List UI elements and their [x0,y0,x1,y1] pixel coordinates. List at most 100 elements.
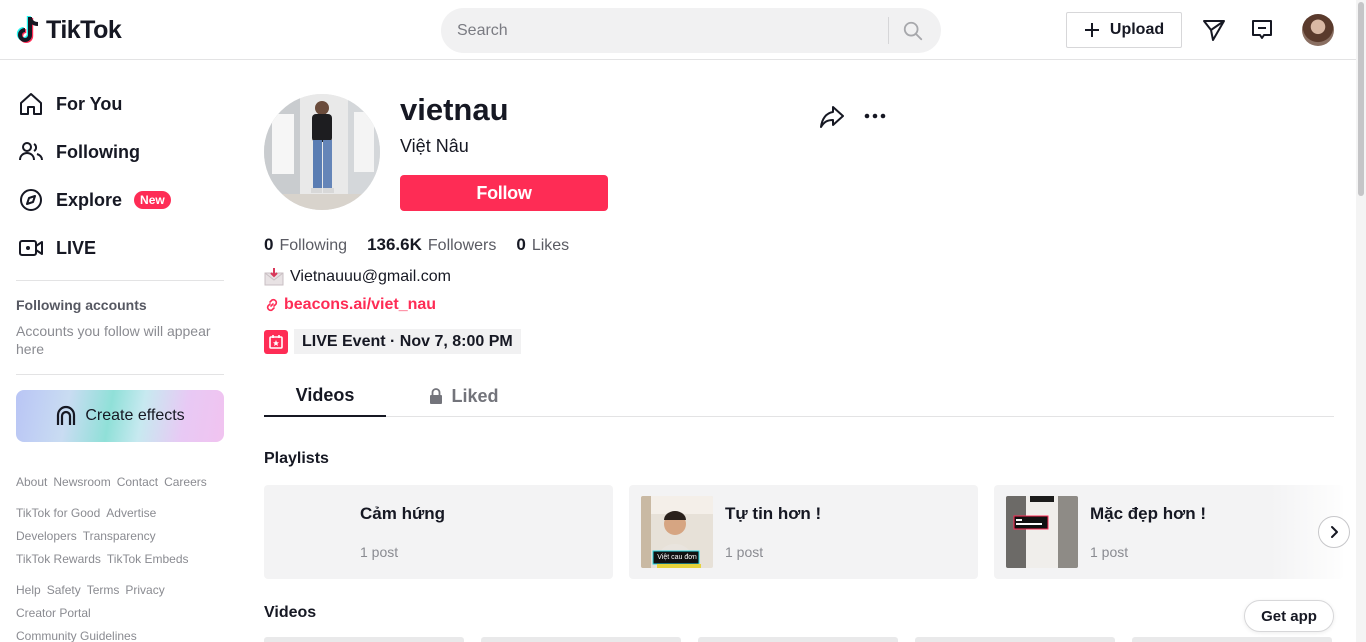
nav-following[interactable]: Following [16,132,140,172]
playlist-card[interactable]: Việt cau đơn Tự tin hơn ! 1 post [629,485,978,579]
profile-username: vietnau [400,92,509,127]
more-options-button[interactable] [860,102,890,130]
footer-link[interactable]: Safety [47,583,81,597]
inbox-icon [1252,20,1272,39]
playlist-card[interactable]: Cảm hứng 1 post [264,485,613,579]
lock-icon [430,388,443,404]
stat-value: 0 [516,235,526,254]
footer-links-row: TikTok for Good Advertise [16,506,231,520]
top-header: TikTok Upload [0,0,1356,60]
nav-live[interactable]: LIVE [16,228,96,268]
profile-avatar[interactable] [264,94,380,210]
playlist-count: 1 post [725,544,764,560]
more-icon [864,113,886,119]
footer-link[interactable]: Advertise [106,506,156,520]
footer-link[interactable]: Developers [16,529,77,543]
profile-photo [264,94,380,210]
share-button[interactable] [818,102,848,130]
new-badge: New [134,191,171,209]
thumbnail-caption: Việt cau đơn [657,554,697,561]
tab-liked[interactable]: Liked [409,376,519,416]
search-button[interactable] [897,16,929,46]
follow-button[interactable]: Follow [400,175,608,211]
user-avatar[interactable] [1302,14,1334,46]
following-accounts-title: Following accounts [16,297,147,313]
page-scrollbar[interactable] [1356,0,1366,642]
video-thumbnail[interactable] [698,637,898,642]
scrollbar-thumb[interactable] [1358,2,1364,196]
stat-followers[interactable]: 136.6K Followers [367,235,496,255]
footer-link[interactable]: Contact [117,475,158,489]
chevron-right-icon [1331,526,1338,538]
footer-link[interactable]: Creator Portal [16,606,91,620]
calendar-icon [264,329,288,354]
tiktok-logo[interactable]: TikTok [16,13,122,47]
nav-label: Explore [56,189,123,210]
video-thumbnail[interactable] [915,637,1115,642]
stat-label: Followers [427,237,497,254]
footer-link[interactable]: Community Guidelines [16,629,137,642]
footer-link[interactable]: Careers [164,475,207,489]
playlist-thumbnail: Việt cau đơn [641,496,713,568]
messages-button[interactable] [1200,16,1228,44]
nav-for-you[interactable]: For You [16,84,122,124]
search-bar [441,8,941,53]
footer-links-row: Help Safety Terms Privacy [16,583,231,597]
search-icon [903,21,923,41]
video-thumbnail[interactable] [264,637,464,642]
plus-icon [1084,23,1099,37]
footer-links-row: TikTok Rewards TikTok Embeds [16,552,231,566]
get-app-button[interactable]: Get app [1244,600,1334,632]
tiktok-logo-icon [16,16,39,43]
sidebar: For You Following Explore New LIVE Follo… [0,61,240,642]
create-effects-label: Create effects [85,407,185,424]
footer-link[interactable]: Transparency [83,529,156,543]
create-effects-button[interactable]: Create effects [16,390,224,442]
inbox-button[interactable] [1248,16,1276,44]
nav-explore[interactable]: Explore New [16,180,171,220]
footer-link[interactable]: TikTok Rewards [16,552,101,566]
profile-tabs: Videos Liked [264,376,1334,417]
footer-link[interactable]: Newsroom [53,475,110,489]
footer-link[interactable]: Privacy [125,583,164,597]
upload-label: Upload [1109,21,1165,38]
nav-label: LIVE [56,237,97,258]
footer-link[interactable]: Terms [87,583,120,597]
video-thumbnail[interactable] [1132,637,1332,642]
playlist-name: Tự tin hơn ! [725,504,822,523]
home-icon [16,89,46,119]
footer-link[interactable]: About [16,475,47,489]
people-icon [16,137,46,167]
search-input[interactable] [457,8,877,53]
video-thumbnail[interactable] [481,637,681,642]
upload-button[interactable]: Upload [1066,12,1182,48]
footer-link[interactable]: TikTok for Good [16,506,100,520]
footer-link[interactable]: TikTok Embeds [107,552,189,566]
footer-links-row: Community Guidelines [16,629,231,642]
playlist-name: Cảm hứng [360,504,446,523]
sidebar-divider [16,374,224,375]
stat-label: Likes [531,237,570,254]
tab-videos[interactable]: Videos [264,376,386,417]
stat-value: 136.6K [367,235,422,254]
nav-label: Following [56,141,140,162]
effects-icon [57,405,76,425]
live-event[interactable]: LIVE Event · Nov 7, 8:00 PM [264,329,521,354]
footer-links-row: Developers Transparency [16,529,231,543]
search-divider [888,17,889,44]
bio-link[interactable]: beacons.ai/viet_nau [264,296,436,314]
profile-stats: 0 Following 136.6K Followers 0 Likes [264,235,569,255]
stat-following[interactable]: 0 Following [264,235,347,255]
footer-link[interactable]: Help [16,583,41,597]
tab-liked-label: Liked [451,385,499,406]
playlists-next-button[interactable] [1318,516,1350,548]
stat-label: Following [279,237,348,254]
live-event-label: LIVE Event · Nov 7, 8:00 PM [294,329,521,354]
compass-icon [16,185,46,215]
nav-label: For You [56,93,123,114]
profile-nickname: Việt Nâu [400,136,469,156]
send-icon [1203,20,1225,41]
sidebar-divider [16,280,224,281]
videos-title: Videos [264,604,317,621]
footer-links-row: About Newsroom Contact Careers [16,475,231,489]
